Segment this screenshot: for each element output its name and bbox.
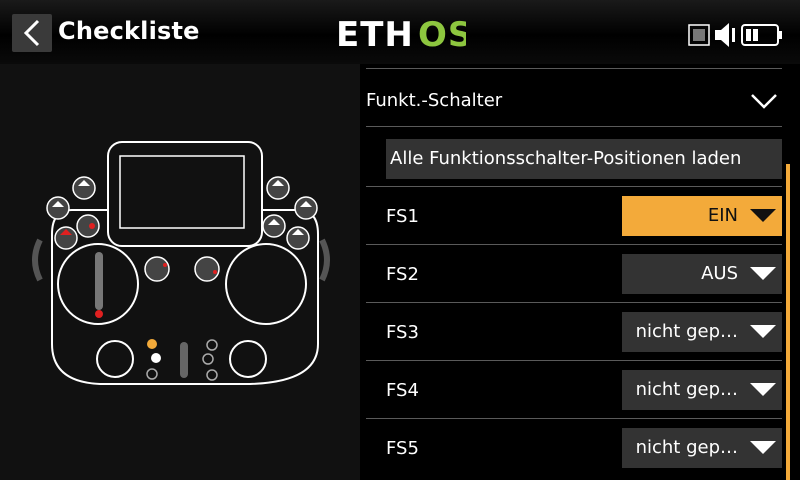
page-title: Checkliste [58, 17, 200, 45]
radio-illustration-panel [0, 64, 360, 480]
status-icons [688, 23, 782, 47]
divider [366, 418, 782, 419]
sd-card-icon [688, 24, 710, 46]
caret-down-icon [750, 325, 776, 338]
caret-down-icon [750, 209, 776, 222]
fs2-value: AUS [701, 263, 738, 284]
fs5-value: nicht gep… [635, 437, 738, 458]
header-bar: Checkliste ETH OS [0, 0, 800, 64]
chevron-left-icon [23, 19, 40, 47]
fs5-label: FS5 [386, 438, 419, 459]
svg-text:OS: OS [418, 15, 466, 54]
divider [366, 244, 782, 245]
speaker-icon [715, 23, 735, 47]
fs3-label: FS3 [386, 322, 419, 343]
fs2-select[interactable]: AUS [622, 254, 782, 294]
divider [366, 302, 782, 303]
divider [366, 360, 782, 361]
settings-list: Funkt.-Schalter Alle Funktionsschalter-P… [366, 64, 782, 480]
chevron-down-icon[interactable] [750, 92, 778, 110]
fs1-label: FS1 [386, 206, 419, 227]
scrollbar[interactable] [786, 164, 790, 480]
back-button[interactable] [12, 14, 52, 52]
fs4-label: FS4 [386, 380, 419, 401]
fs4-select[interactable]: nicht gep… [622, 370, 782, 410]
radio-illustration [32, 141, 330, 385]
fs3-select[interactable]: nicht gep… [622, 312, 782, 352]
load-all-switch-positions-button[interactable]: Alle Funktionsschalter-Positionen laden [386, 139, 782, 179]
ethos-logo: ETH OS [336, 15, 466, 54]
fs1-value: EIN [707, 205, 738, 226]
fs3-value: nicht gep… [635, 321, 738, 342]
section-header-label[interactable]: Funkt.-Schalter [366, 90, 502, 111]
battery-icon [741, 24, 782, 46]
divider [366, 126, 782, 127]
fs1-select[interactable]: EIN [622, 196, 782, 236]
caret-down-icon [750, 267, 776, 280]
fs5-select[interactable]: nicht gep… [622, 428, 782, 468]
fs2-label: FS2 [386, 264, 419, 285]
caret-down-icon [750, 441, 776, 454]
divider [366, 68, 782, 69]
svg-text:ETH: ETH [336, 15, 414, 54]
divider [366, 186, 782, 187]
fs4-value: nicht gep… [635, 379, 738, 400]
caret-down-icon [750, 383, 776, 396]
